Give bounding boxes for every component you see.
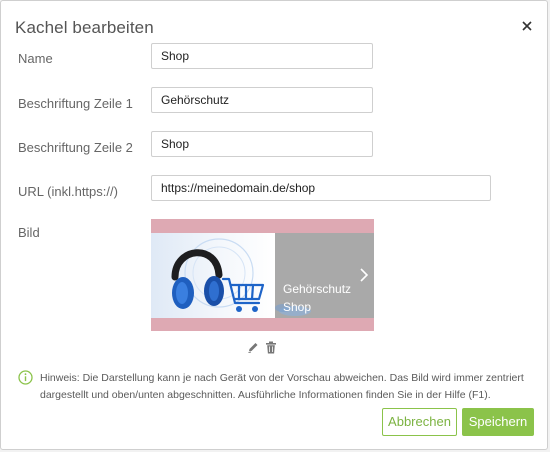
edit-tile-dialog: Kachel bearbeiten Name Beschriftung Zeil… [0, 0, 548, 450]
headphones-cart-image [151, 233, 275, 318]
chevron-right-icon [359, 268, 369, 287]
save-button[interactable]: Speichern [462, 408, 534, 436]
pencil-icon[interactable] [247, 341, 259, 354]
line1-input[interactable] [151, 87, 373, 113]
image-label: Bild [18, 225, 40, 240]
name-label: Name [18, 51, 53, 66]
dialog-title: Kachel bearbeiten [15, 18, 154, 37]
info-icon [18, 370, 33, 385]
line2-label: Beschriftung Zeile 2 [18, 140, 133, 155]
name-input[interactable] [151, 43, 373, 69]
close-icon[interactable] [519, 18, 535, 34]
tile-preview[interactable]: Gehörschutz Shop [151, 219, 374, 331]
hint-text: Hinweis: Die Darstellung kann je nach Ge… [40, 372, 524, 401]
preview-line1: Gehörschutz [283, 282, 352, 296]
url-label: URL (inkl.https://) [18, 184, 118, 199]
preview-line2: Shop [283, 300, 312, 314]
preview-caption: Gehörschutz Shop [283, 280, 351, 316]
trash-icon[interactable] [265, 341, 277, 354]
url-input[interactable] [151, 175, 491, 201]
line2-input[interactable] [151, 131, 373, 157]
line1-label: Beschriftung Zeile 1 [18, 96, 133, 111]
cancel-button[interactable]: Abbrechen [382, 408, 457, 436]
